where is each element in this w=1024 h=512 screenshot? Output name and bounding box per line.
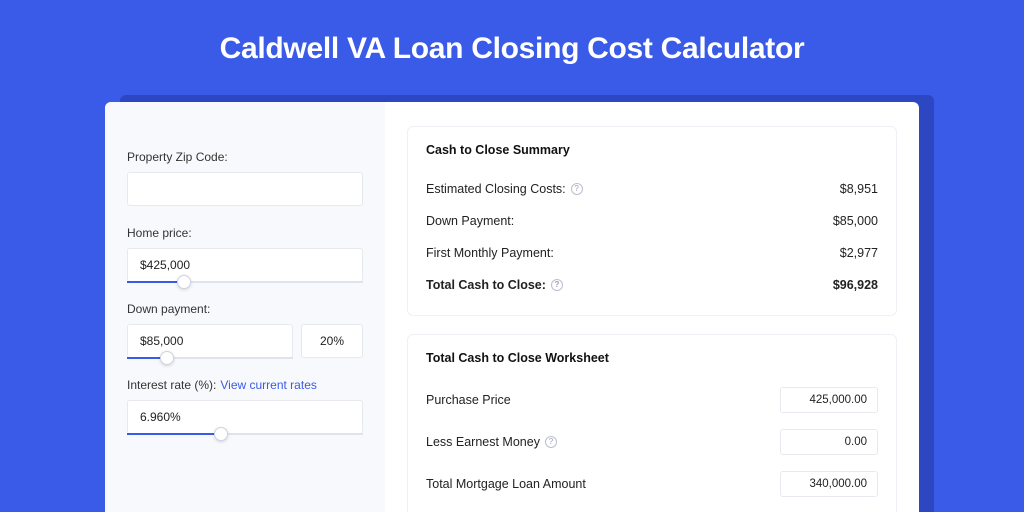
home-price-field: Home price: $425,000: [127, 226, 363, 282]
help-icon[interactable]: ?: [545, 436, 557, 448]
worksheet-row-label: Less Earnest Money: [426, 435, 540, 449]
summary-total-label: Total Cash to Close:: [426, 278, 546, 292]
cash-to-close-worksheet: Total Cash to Close Worksheet Purchase P…: [407, 334, 897, 512]
worksheet-row-value[interactable]: 0.00: [780, 429, 878, 455]
page-title: Caldwell VA Loan Closing Cost Calculator: [0, 0, 1024, 66]
down-payment-slider[interactable]: $85,000: [127, 324, 293, 358]
interest-rate-slider[interactable]: 6.960%: [127, 400, 363, 434]
summary-row: First Monthly Payment: $2,977: [426, 237, 878, 269]
slider-fill: [127, 433, 221, 435]
home-price-input[interactable]: $425,000: [127, 248, 363, 282]
worksheet-row-label: Total Mortgage Loan Amount: [426, 477, 586, 491]
summary-total-value: $96,928: [833, 278, 878, 292]
down-payment-input[interactable]: $85,000: [127, 324, 293, 358]
summary-row: Down Payment: $85,000: [426, 205, 878, 237]
summary-row: Estimated Closing Costs: ? $8,951: [426, 173, 878, 205]
view-rates-link[interactable]: View current rates: [220, 378, 317, 392]
summary-row-value: $2,977: [840, 246, 878, 260]
help-icon[interactable]: ?: [551, 279, 563, 291]
slider-thumb[interactable]: [160, 351, 174, 365]
worksheet-row-label: Purchase Price: [426, 393, 511, 407]
interest-rate-input[interactable]: 6.960%: [127, 400, 363, 434]
summary-row-label: First Monthly Payment:: [426, 246, 554, 260]
help-icon[interactable]: ?: [571, 183, 583, 195]
zip-label: Property Zip Code:: [127, 150, 363, 164]
down-payment-label: Down payment:: [127, 302, 363, 316]
slider-thumb[interactable]: [214, 427, 228, 441]
worksheet-row-value[interactable]: 340,000.00: [780, 471, 878, 497]
summary-row-label: Estimated Closing Costs:: [426, 182, 566, 196]
results-panel: Cash to Close Summary Estimated Closing …: [385, 102, 919, 512]
worksheet-row: Purchase Price 425,000.00: [426, 379, 878, 421]
summary-row-value: $85,000: [833, 214, 878, 228]
summary-heading: Cash to Close Summary: [426, 143, 878, 157]
zip-field: Property Zip Code:: [127, 150, 363, 206]
summary-row-value: $8,951: [840, 182, 878, 196]
summary-row-label: Down Payment:: [426, 214, 514, 228]
summary-total-row: Total Cash to Close: ? $96,928: [426, 269, 878, 301]
slider-fill: [127, 281, 184, 283]
down-payment-percent-input[interactable]: 20%: [301, 324, 363, 358]
calculator-card: Property Zip Code: Home price: $425,000 …: [105, 102, 919, 512]
interest-rate-label: Interest rate (%): View current rates: [127, 378, 363, 392]
home-price-slider[interactable]: $425,000: [127, 248, 363, 282]
worksheet-row-value[interactable]: 425,000.00: [780, 387, 878, 413]
zip-input[interactable]: [127, 172, 363, 206]
worksheet-row: Less Earnest Money ? 0.00: [426, 421, 878, 463]
interest-rate-field: Interest rate (%): View current rates 6.…: [127, 378, 363, 434]
worksheet-heading: Total Cash to Close Worksheet: [426, 351, 878, 365]
home-price-label: Home price:: [127, 226, 363, 240]
inputs-sidebar: Property Zip Code: Home price: $425,000 …: [105, 102, 385, 512]
worksheet-row: Total Second Mortgage Amount ?: [426, 505, 878, 512]
slider-thumb[interactable]: [177, 275, 191, 289]
worksheet-row: Total Mortgage Loan Amount 340,000.00: [426, 463, 878, 505]
interest-rate-label-text: Interest rate (%):: [127, 378, 216, 392]
down-payment-field: Down payment: $85,000 20%: [127, 302, 363, 358]
cash-to-close-summary: Cash to Close Summary Estimated Closing …: [407, 126, 897, 316]
